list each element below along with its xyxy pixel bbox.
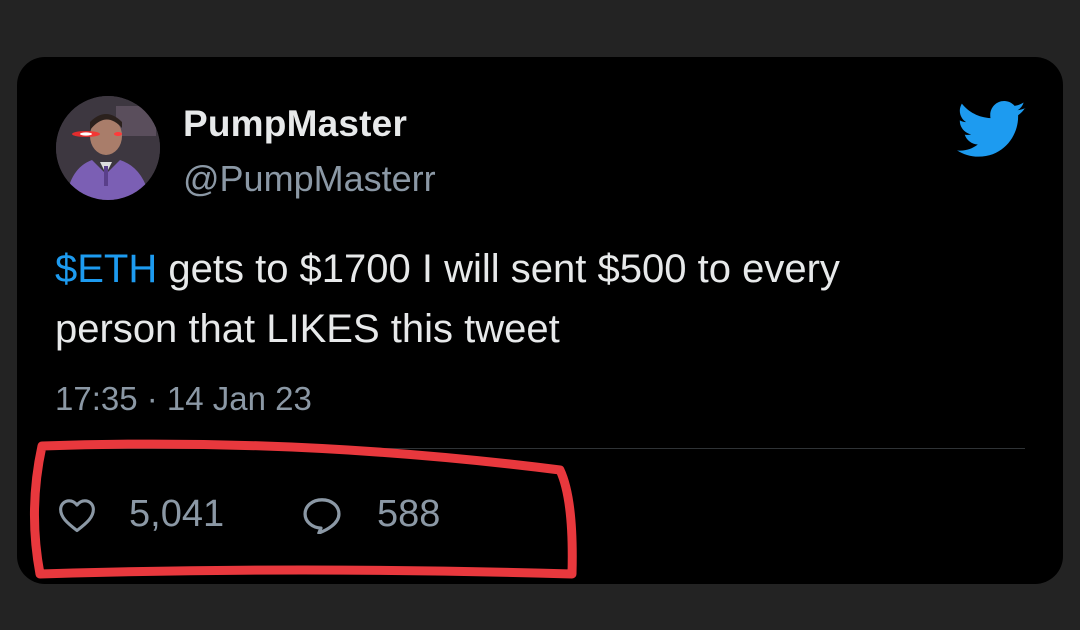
display-name[interactable]: PumpMaster — [183, 103, 407, 145]
tweet-text: $ETH gets to $1700 I will sent $500 to e… — [55, 239, 1035, 359]
twitter-bird-icon[interactable] — [957, 101, 1027, 159]
divider — [55, 448, 1025, 449]
heart-icon — [59, 498, 95, 532]
user-handle[interactable]: @PumpMasterr — [183, 158, 436, 200]
reply-button[interactable]: 588 — [301, 493, 440, 536]
like-button[interactable]: 5,041 — [57, 493, 224, 536]
tweet-text-line2: person that LIKES this tweet — [55, 307, 560, 351]
tweet-text-line1: gets to $1700 I will sent $500 to every — [157, 247, 840, 291]
reply-count: 588 — [377, 493, 441, 535]
tweet-timestamp[interactable]: 17:35 · 14 Jan 23 — [55, 380, 312, 418]
cashtag-link[interactable]: $ETH — [55, 247, 157, 291]
like-count: 5,041 — [129, 493, 225, 535]
avatar-image — [56, 96, 160, 200]
avatar[interactable] — [56, 96, 160, 200]
speech-bubble-icon — [303, 497, 341, 534]
tweet-card[interactable]: PumpMaster @PumpMasterr $ETH gets to $17… — [17, 57, 1063, 584]
